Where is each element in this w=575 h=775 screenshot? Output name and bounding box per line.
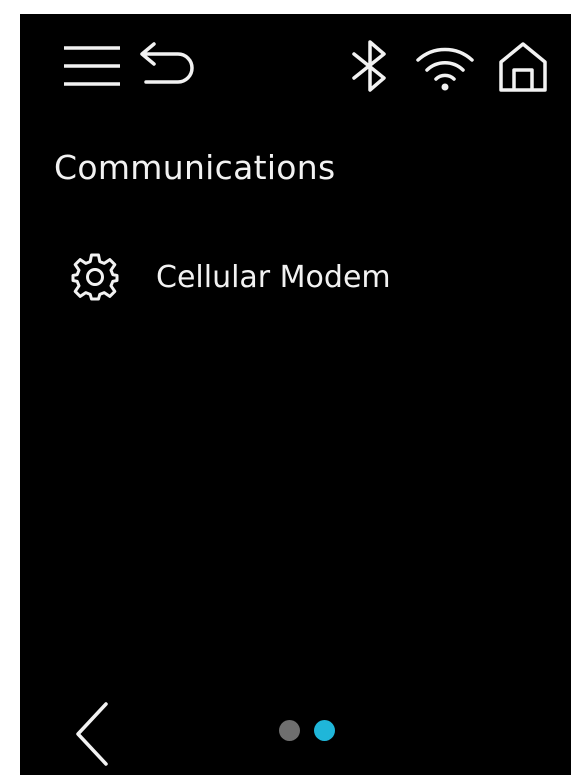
menu-icon[interactable]: [62, 44, 122, 88]
menu-item-label: Cellular Modem: [156, 260, 391, 295]
page-title: Communications: [54, 148, 336, 187]
bluetooth-icon[interactable]: [350, 38, 390, 94]
home-icon[interactable]: [497, 40, 549, 94]
chevron-left-icon[interactable]: [74, 702, 110, 766]
device-screen: Communications Cellular Modem: [20, 14, 571, 775]
undo-icon[interactable]: [138, 42, 202, 88]
menu-item-cellular-modem[interactable]: Cellular Modem: [66, 246, 546, 308]
pagination-dot-active[interactable]: [314, 720, 335, 741]
gear-icon: [70, 252, 120, 302]
pagination-dot-inactive[interactable]: [279, 720, 300, 741]
wifi-icon[interactable]: [414, 42, 476, 92]
